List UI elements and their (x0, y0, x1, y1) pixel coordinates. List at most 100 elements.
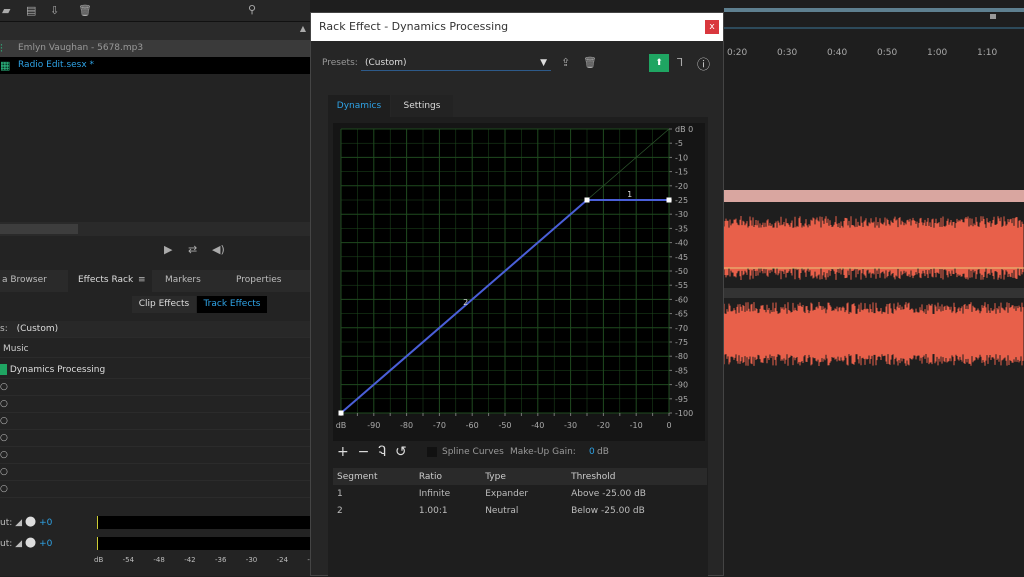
col-header[interactable]: Ratio (415, 468, 481, 485)
timeline-tick: 0:40 (827, 48, 847, 58)
reset-icon[interactable]: ↺ (395, 444, 407, 460)
effect-slot[interactable]: ○ (0, 464, 310, 481)
table-row[interactable]: 2 1.00:1 Neutral Below -25.00 dB (333, 502, 707, 519)
effect-slot-1[interactable]: Dynamics Processing (0, 362, 310, 379)
segment-label: 2 (463, 298, 468, 307)
dialog-title: Rack Effect - Dynamics Processing (319, 20, 508, 33)
output-knob[interactable]: ● (25, 535, 36, 550)
loop-icon[interactable]: ⇄ (188, 243, 197, 256)
waveform[interactable] (724, 204, 1024, 384)
files-toolbar: ▰ ▤ ⇩ 🗑 ⚲ (0, 0, 310, 22)
y-tick-label: -70 (675, 324, 688, 333)
search-icon[interactable]: ⚲ (248, 3, 256, 16)
meter-scale: dB -54 -48 -42 -36 -30 -24- (94, 556, 310, 564)
col-header[interactable]: Type (481, 468, 567, 485)
output-value[interactable]: +0 (39, 539, 52, 549)
tab-media-browser[interactable]: a Browser (2, 275, 47, 285)
y-tick-label: -90 (675, 381, 688, 390)
effect-name: Dynamics Processing (10, 365, 105, 375)
input-level: ut: ◢ ● +0 (0, 514, 52, 529)
power-icon[interactable] (0, 364, 7, 375)
y-tick-label: -25 (675, 196, 688, 205)
y-tick-label: -80 (675, 352, 688, 361)
presets-label: Presets: (322, 58, 358, 68)
effect-slot[interactable]: ○ (0, 413, 310, 430)
tab-effects-rack[interactable]: Effects Rack (78, 275, 133, 285)
invert-icon[interactable]: Ꮈ (378, 444, 386, 460)
effect-slot[interactable]: ○ (0, 379, 310, 396)
trash-icon[interactable]: 🗑 (78, 4, 92, 17)
y-tick-label: -45 (675, 253, 688, 262)
table-row[interactable]: 1 Infinite Expander Above -25.00 dB (333, 485, 707, 502)
panel-tabs: a Browser Effects Rack ≡ Markers Propert… (0, 270, 310, 292)
cell: Expander (481, 485, 567, 502)
effect-slot[interactable]: ○ (0, 481, 310, 498)
import-icon[interactable]: ⇩ (50, 4, 59, 17)
play-icon[interactable]: ▶ (164, 243, 172, 256)
input-knob[interactable]: ● (25, 514, 36, 529)
dialog-title-bar: Rack Effect - Dynamics Processing x (311, 13, 723, 41)
effect-slot[interactable]: ○ (0, 396, 310, 413)
col-header[interactable]: Threshold (567, 468, 707, 485)
curve-point (339, 411, 344, 416)
makeup-gain-value[interactable]: 0 (589, 447, 595, 457)
y-tick-label: -15 (675, 168, 688, 177)
open-folder-icon[interactable]: ▰ (2, 4, 10, 17)
file-item[interactable]: ⫶ Emlyn Vaughan - 5678.mp3 (0, 40, 310, 57)
dynamics-graph[interactable]: dB -90 -80 -70 -60 -50 -40 -30 -20 -10 0dB 0-5-10-… (333, 123, 711, 441)
remove-point-icon[interactable]: − (358, 444, 370, 460)
y-tick-label: -35 (675, 224, 688, 233)
y-tick-label: -50 (675, 267, 688, 276)
clip-header[interactable] (724, 190, 1024, 202)
left-panel: ▰ ▤ ⇩ 🗑 ⚲ ▲ ⫶ Emlyn Vaughan - 5678.mp3 ▦ R… (0, 0, 310, 576)
meter-tick: -36 (215, 556, 226, 564)
menu-icon[interactable]: ≡ (138, 275, 146, 285)
x-tick-label: -70 (433, 421, 446, 430)
x-tick-label: 0 (666, 421, 671, 430)
timeline-tick: 0:50 (877, 48, 897, 58)
sort-up-icon[interactable]: ▲ (300, 24, 306, 33)
tab-settings[interactable]: Settings (391, 95, 453, 117)
y-tick-label: -65 (675, 310, 688, 319)
routing-icon[interactable]: ⅂ (677, 56, 683, 69)
cell: Infinite (415, 485, 481, 502)
x-tick-label: -50 (498, 421, 511, 430)
tab-markers[interactable]: Markers (165, 275, 201, 285)
tab-properties[interactable]: Properties (236, 275, 281, 285)
presets-dropdown[interactable]: (Custom) ▼ (361, 55, 551, 71)
meter-tick: -30 (246, 556, 257, 564)
preset-value: (Custom) (365, 58, 407, 68)
input-label: ut: (0, 518, 12, 528)
tab-dynamics[interactable]: Dynamics (328, 95, 390, 117)
y-tick-label: -100 (675, 409, 693, 418)
y-tick-label: -55 (675, 281, 688, 290)
favorite-button[interactable]: ⬆ (649, 54, 669, 72)
audio-file-icon: ⫶ (0, 40, 3, 57)
scrollbar[interactable] (0, 222, 310, 236)
close-button[interactable]: x (705, 20, 719, 34)
save-preset-icon[interactable]: ⇪ (561, 56, 570, 69)
delete-preset-icon[interactable]: 🗑 (583, 56, 597, 69)
volume-icon[interactable]: ◀) (212, 243, 225, 256)
new-file-icon[interactable]: ▤ (26, 4, 36, 17)
y-tick-label: -10 (675, 153, 688, 162)
col-header[interactable]: Segment (333, 468, 415, 485)
rack-preset-select[interactable]: (Custom) (17, 324, 59, 334)
effect-slot[interactable]: ○ (0, 430, 310, 447)
zoom-handle[interactable] (990, 14, 996, 19)
file-name: Emlyn Vaughan - 5678.mp3 (18, 43, 143, 53)
curve-point (585, 198, 590, 203)
add-point-icon[interactable]: + (337, 444, 349, 460)
y-tick-label: -5 (675, 139, 683, 148)
cell: 2 (333, 502, 415, 519)
track-effects-button[interactable]: Track Effects (197, 296, 267, 313)
effect-slot[interactable]: ○ (0, 447, 310, 464)
spline-checkbox[interactable] (427, 447, 437, 457)
info-icon[interactable]: ⓘ (697, 54, 710, 73)
curve-point (667, 198, 672, 203)
file-item[interactable]: ▦ Radio Edit.sesx * (0, 57, 310, 74)
timeline-ruler[interactable]: 0:20 0:30 0:40 0:50 1:00 1:10 (724, 48, 1024, 68)
y-tick-label: -85 (675, 366, 688, 375)
input-value[interactable]: +0 (39, 518, 52, 528)
clip-effects-button[interactable]: Clip Effects (132, 296, 196, 313)
